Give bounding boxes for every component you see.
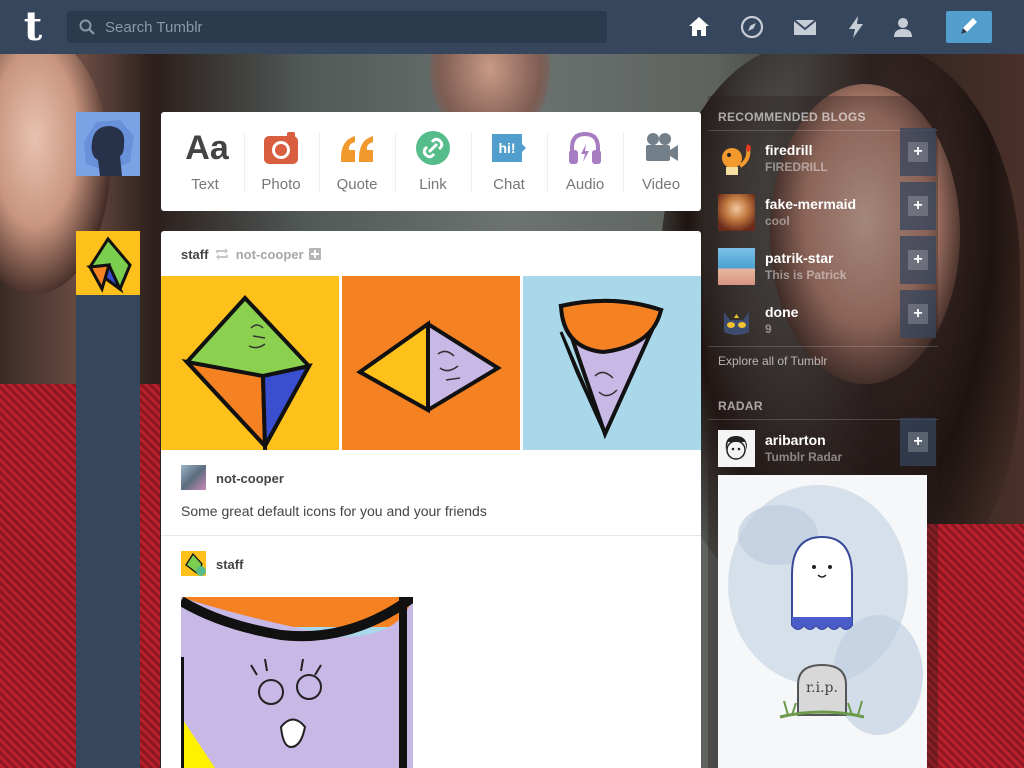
recommended-blog-item[interactable]: done 9 +	[718, 290, 938, 352]
audio-headphones-icon	[569, 131, 601, 164]
recommended-blog-subtitle: FIREDRILL	[765, 160, 828, 174]
post-header: staff not-cooper	[181, 247, 322, 263]
post-author-link[interactable]: staff	[181, 247, 208, 262]
post-video-button[interactable]: Video	[623, 112, 699, 211]
original-author-name[interactable]: staff	[216, 557, 243, 572]
reblogged-from-link[interactable]: not-cooper	[236, 247, 304, 262]
default-silhouette-avatar	[76, 112, 140, 176]
post-text-button[interactable]: Aa Text	[167, 112, 243, 211]
right-sidebar: RECOMMENDED BLOGS firedrill FIREDRILL + …	[708, 96, 938, 768]
radar-blog-name[interactable]: aribarton	[765, 432, 826, 448]
sidebar-divider	[708, 346, 938, 347]
plus-icon: +	[908, 142, 928, 162]
recommended-blog-name[interactable]: firedrill	[765, 142, 812, 158]
search-box[interactable]	[67, 11, 607, 43]
photoset-image[interactable]	[161, 276, 339, 450]
tumblr-logo[interactable]: t	[16, 7, 50, 47]
recommended-blog-subtitle: cool	[765, 214, 790, 228]
explore-compass-icon[interactable]	[739, 14, 765, 40]
radar-post-image[interactable]: r.i.p.	[718, 475, 927, 768]
follow-button[interactable]: +	[900, 182, 936, 230]
pencil-icon	[961, 18, 977, 34]
firedrill-avatar[interactable]	[718, 140, 755, 177]
reblog-icon	[216, 248, 229, 260]
follow-button[interactable]: +	[900, 128, 936, 176]
post-avatar-column	[76, 231, 140, 768]
plus-icon: +	[908, 250, 928, 270]
recommended-blog-name[interactable]: patrik-star	[765, 250, 833, 266]
radar-blog-item[interactable]: aribarton Tumblr Radar +	[718, 418, 938, 480]
patrik-star-avatar[interactable]	[718, 248, 755, 285]
quote-icon	[341, 136, 373, 162]
plus-icon: +	[908, 432, 928, 452]
recommended-blog-subtitle: This is Patrick	[765, 268, 847, 282]
plus-icon: +	[908, 196, 928, 216]
recommended-blogs-title: RECOMMENDED BLOGS	[718, 110, 866, 124]
search-input[interactable]	[105, 11, 595, 43]
post-audio-button[interactable]: Audio	[547, 112, 623, 211]
post-video-label: Video	[641, 176, 681, 193]
staff-avatar[interactable]	[76, 231, 140, 295]
post-quote-label: Quote	[336, 176, 378, 193]
account-person-icon[interactable]	[890, 14, 916, 40]
follow-button[interactable]: +	[900, 418, 936, 466]
home-icon[interactable]	[686, 14, 712, 40]
radar-title: RADAR	[718, 399, 763, 413]
photoset	[161, 276, 701, 450]
source-blog-name[interactable]: not-cooper	[216, 471, 284, 486]
photo-icon	[264, 132, 298, 164]
post-chat-button[interactable]: hi! Chat	[471, 112, 547, 211]
explore-all-link[interactable]: Explore all of Tumblr	[718, 354, 827, 368]
post-quote-button[interactable]: Quote	[319, 112, 395, 211]
chat-icon: hi!	[492, 134, 526, 162]
post-photo-button[interactable]: Photo	[243, 112, 319, 211]
recommended-blog-subtitle: 9	[765, 322, 772, 336]
svg-text:r.i.p.: r.i.p.	[806, 680, 838, 696]
recommended-blog-name[interactable]: done	[765, 304, 798, 320]
user-avatar[interactable]	[76, 112, 140, 176]
post-link-button[interactable]: Link	[395, 112, 471, 211]
photoset-image[interactable]	[342, 276, 520, 450]
plus-icon: +	[908, 304, 928, 324]
dashboard-post: staff not-cooper not-cooper Some great d…	[161, 231, 701, 768]
recommended-blog-name[interactable]: fake-mermaid	[765, 196, 856, 212]
radar-blog-subtitle: Tumblr Radar	[765, 450, 843, 464]
search-icon	[79, 19, 95, 35]
svg-text:hi!: hi!	[498, 140, 515, 156]
compose-post-button[interactable]	[946, 11, 992, 43]
staff-mini-avatar[interactable]	[181, 551, 206, 576]
kite-icon	[76, 231, 140, 295]
activity-lightning-icon[interactable]	[843, 14, 869, 40]
follow-button[interactable]: +	[900, 236, 936, 284]
fake-mermaid-avatar[interactable]	[718, 194, 755, 231]
post-audio-label: Audio	[565, 176, 605, 193]
video-camera-icon	[646, 133, 678, 161]
inbox-mail-icon[interactable]	[792, 14, 818, 40]
post-photo-label: Photo	[261, 176, 301, 193]
link-icon	[416, 131, 450, 165]
follow-button[interactable]: +	[900, 290, 936, 338]
top-nav-bar: t	[0, 0, 1024, 54]
post-chat-label: Chat	[493, 176, 525, 193]
post-type-bar: Aa Text Photo Quote Link hi! Chat Audio …	[161, 112, 701, 211]
post-body-text: Some great default icons for you and you…	[181, 503, 487, 519]
text-icon: Aa	[185, 129, 229, 167]
follow-plus-icon[interactable]	[309, 248, 322, 260]
post-link-label: Link	[419, 176, 447, 193]
aribarton-avatar[interactable]	[718, 430, 755, 467]
done-avatar[interactable]	[718, 302, 755, 339]
post-text-label: Text	[191, 176, 219, 193]
photoset-image[interactable]	[523, 276, 701, 450]
not-cooper-avatar[interactable]	[181, 465, 206, 490]
reblog-divider	[161, 535, 701, 536]
post-image[interactable]	[181, 597, 413, 768]
